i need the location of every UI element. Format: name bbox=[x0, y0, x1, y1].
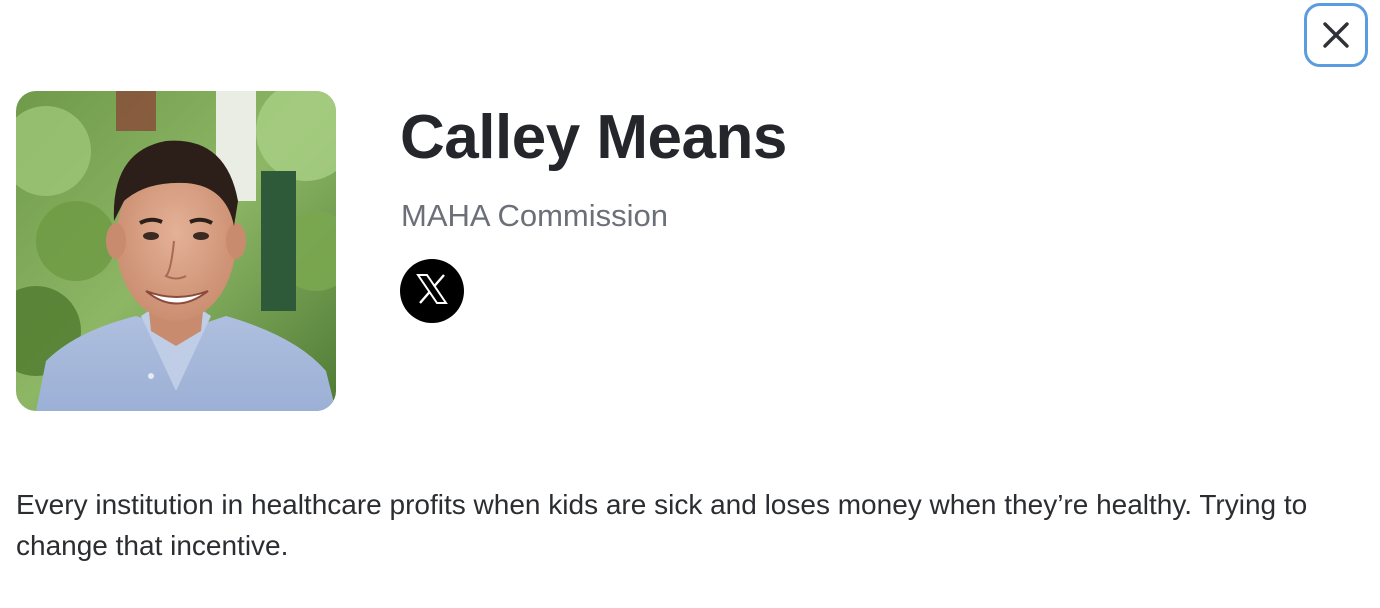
x-social-link[interactable] bbox=[400, 259, 464, 323]
profile-name: Calley Means bbox=[400, 103, 787, 172]
profile-photo bbox=[16, 91, 336, 411]
close-icon bbox=[1321, 20, 1351, 50]
profile-modal: Calley Means MAHA Commission Every insti… bbox=[0, 0, 1380, 608]
x-logo-icon bbox=[415, 272, 449, 311]
profile-bio: Every institution in healthcare profits … bbox=[16, 489, 1308, 561]
profile-organization: MAHA Commission bbox=[401, 198, 668, 233]
close-button[interactable] bbox=[1304, 3, 1368, 67]
